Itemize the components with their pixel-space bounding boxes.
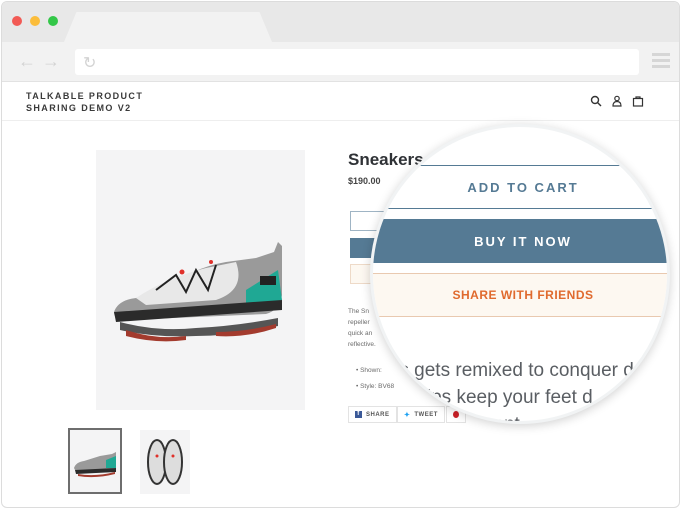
product-main-image[interactable] — [96, 150, 305, 410]
maximize-window-button[interactable] — [48, 16, 58, 26]
share-with-friends-button[interactable]: SHARE WITH FRIENDS — [373, 273, 667, 317]
browser-toolbar: ← → ↻ — [2, 42, 679, 82]
facebook-icon: f — [355, 411, 362, 418]
magnified-desc-line: kers gets remixed to conquer d — [373, 360, 634, 381]
browser-tab[interactable] — [64, 12, 272, 42]
cart-icon[interactable] — [632, 94, 644, 107]
logo-line-1: TALKABLE PRODUCT — [26, 91, 144, 101]
search-icon[interactable] — [590, 94, 602, 107]
minimize-window-button[interactable] — [30, 16, 40, 26]
desc-line: The Sn — [348, 308, 369, 315]
product-thumbnail-2[interactable] — [140, 430, 190, 494]
account-icon[interactable] — [611, 94, 623, 107]
sneaker-image — [114, 242, 282, 342]
buy-it-now-button[interactable]: BUY IT NOW — [373, 219, 667, 263]
url-bar[interactable]: ↻ — [75, 49, 639, 75]
close-window-button[interactable] — [12, 16, 22, 26]
title-bar — [2, 2, 679, 42]
magnified-desc-line: per helps keep your feet d — [373, 387, 593, 408]
hamburger-icon[interactable] — [652, 53, 670, 71]
product-thumbnail-1[interactable] — [68, 428, 122, 494]
desc-line: reflective. — [348, 341, 376, 348]
browser-window: ← → ↻ TALKABLE PRODUCT SHARING DEMO V2 S… — [1, 1, 680, 508]
desc-line: quick an — [348, 330, 373, 337]
magnified-description: kers gets remixed to conquer d per helps… — [373, 357, 634, 421]
arrow-right-icon[interactable]: → — [42, 52, 60, 70]
logo-line-2: SHARING DEMO V2 — [26, 103, 132, 113]
arrow-left-icon[interactable]: ← — [18, 52, 36, 70]
reload-icon[interactable]: ↻ — [83, 53, 96, 73]
store-logo[interactable]: TALKABLE PRODUCT SHARING DEMO V2 — [26, 90, 143, 114]
add-to-cart-button[interactable]: ADD TO CART — [373, 165, 667, 209]
product-description: The Sn repeller quick an reflective. — [348, 306, 376, 350]
store-header: TALKABLE PRODUCT SHARING DEMO V2 — [2, 83, 679, 121]
desc-line: repeller — [348, 319, 370, 326]
magnifier-lens: ADD TO CART BUY IT NOW SHARE WITH FRIEND… — [370, 124, 670, 424]
